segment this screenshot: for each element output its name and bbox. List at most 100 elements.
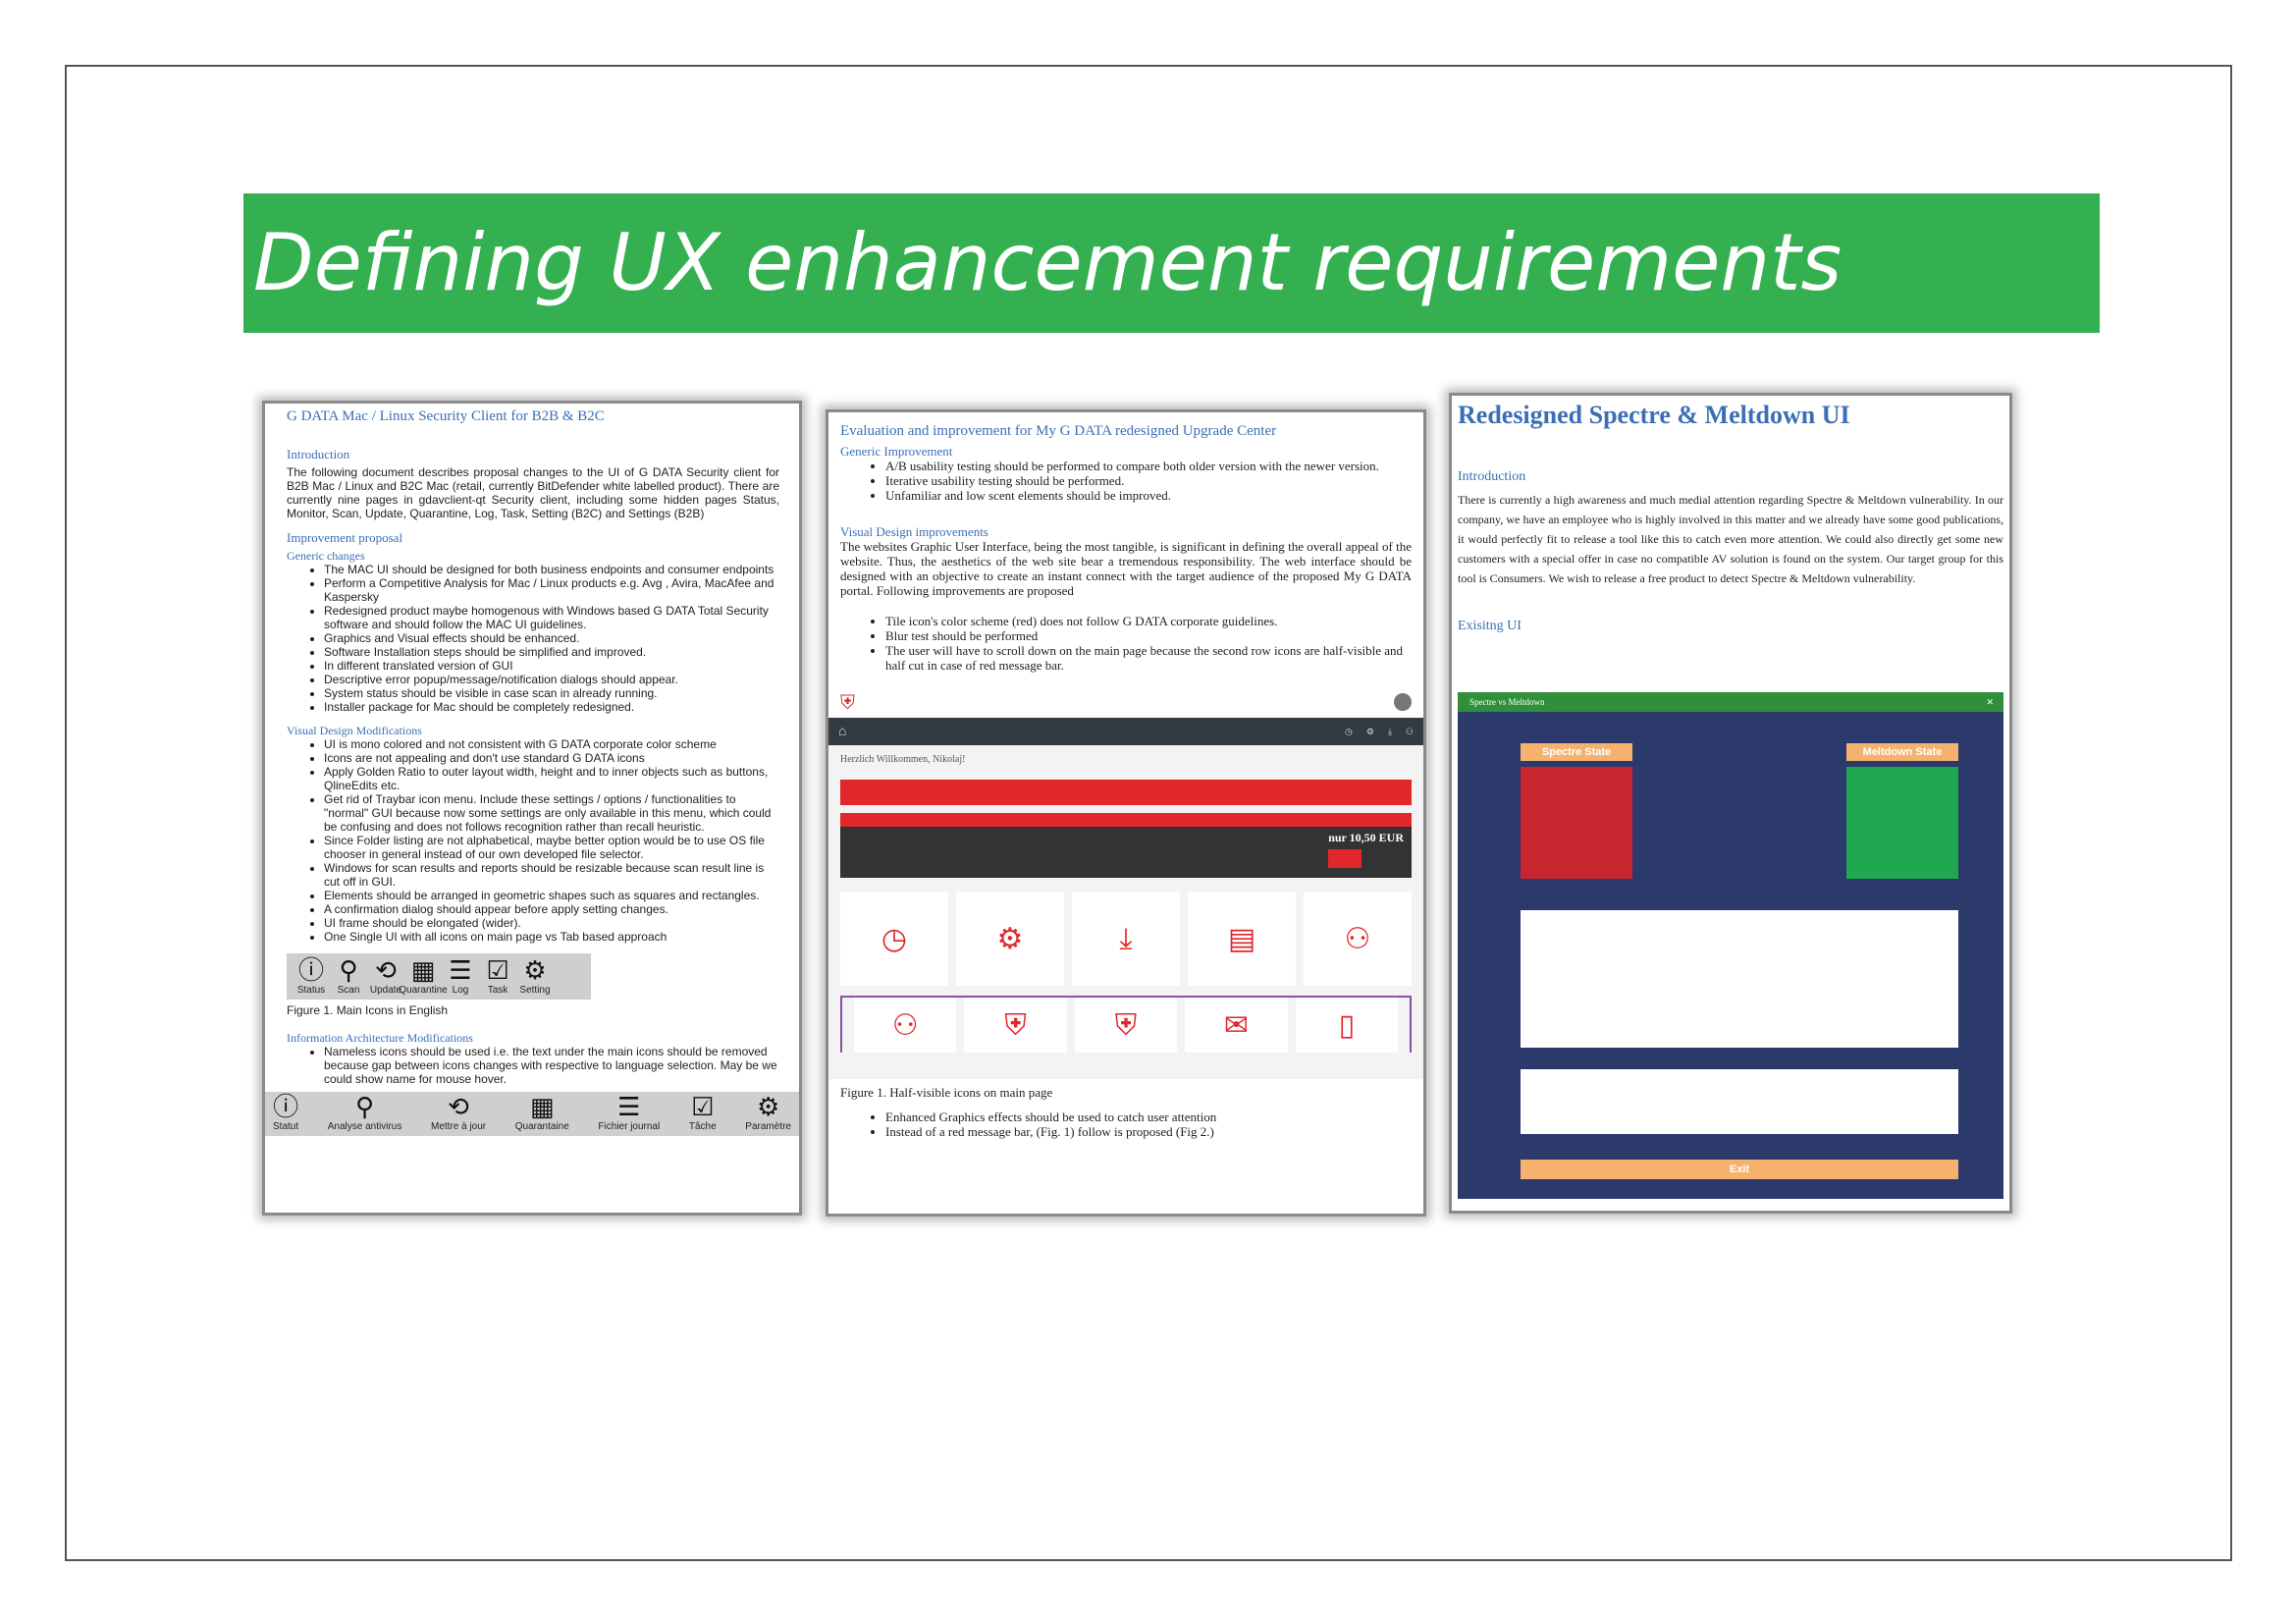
list-item: Descriptive error popup/message/notifica… — [324, 673, 779, 686]
tile-icon[interactable]: ⛨ — [964, 998, 1067, 1053]
icon-label: Mettre à jour — [430, 1121, 487, 1132]
doc2-generic-heading: Generic Improvement — [840, 444, 953, 459]
update-icon: ⟲ — [375, 956, 397, 986]
doc1-intro-heading: Introduction — [287, 447, 350, 461]
icon-button: ⟲ Mettre à jour — [431, 1094, 486, 1132]
list-item: The user will have to scroll down on the… — [885, 643, 1412, 673]
red-message-bar — [840, 780, 1412, 805]
icon-button: ⚙ Setting — [518, 957, 552, 996]
list-item: Installer package for Mac should be comp… — [324, 700, 779, 714]
icon-label: Log — [452, 985, 469, 996]
suggested-actions-output — [1521, 1069, 1958, 1134]
fichier-journal-icon: ☰ — [617, 1093, 641, 1122]
icon-label: Task — [487, 985, 508, 996]
promo-price: nur 10,50 EUR — [1328, 831, 1404, 844]
doc1-ia-list: Nameless icons should be used i.e. the t… — [324, 1045, 779, 1086]
home-icon: ⌂ — [838, 724, 847, 739]
list-item: Since Folder listing are not alphabetica… — [324, 834, 779, 861]
icon-button: ⓘ Status — [294, 957, 328, 996]
tile-icon[interactable]: ⚇ — [854, 998, 957, 1053]
icon-button: ☑ Task — [481, 957, 514, 996]
slide-title: Defining UX enhancement requirements — [243, 193, 2100, 333]
list-item: Windows for scan results and reports sho… — [324, 861, 779, 889]
icon-bar-french: ⓘ Statut ⚲ Analyse antivirus ⟲ Mettre à jour ▦… — [265, 1092, 799, 1136]
list-item: UI is mono colored and not consistent wi… — [324, 737, 779, 751]
list-item: A confirmation dialog should appear befo… — [324, 902, 779, 916]
icon-label: Statut — [273, 1121, 299, 1132]
meltdown-state-label: Meltdown State — [1846, 743, 1958, 761]
tile-icon[interactable]: ⛨ — [1074, 998, 1178, 1053]
log-icon: ☰ — [449, 956, 472, 986]
promo-banner: nur 10,50 EUR — [840, 813, 1412, 878]
spectre-state-indicator — [1521, 767, 1632, 879]
doc1-visual-list: UI is mono colored and not consistent wi… — [324, 737, 779, 944]
list-item: Tile icon's color scheme (red) does not … — [885, 614, 1412, 628]
list-item: Unfamiliar and low scent elements should… — [885, 488, 1412, 503]
icon-button: ▦ Quarantine — [399, 956, 447, 996]
window-close-icon[interactable]: ✕ — [1986, 692, 2003, 712]
icon-button: ⚲ Scan — [332, 957, 365, 996]
icon-label: Tâche — [688, 1121, 717, 1132]
icon-button: ☑ Tâche — [689, 1094, 717, 1132]
list-item: Redesigned product maybe homogenous with… — [324, 604, 779, 631]
doc2-generic-list: A/B usability testing should be performe… — [885, 459, 1412, 503]
quarantine-icon: ▦ — [410, 956, 436, 986]
window-titlebar: Spectre vs Meltdown ✕ — [1458, 692, 2003, 712]
tile-icon[interactable]: ◷ — [840, 892, 948, 986]
doc2-figure-caption: Figure 1. Half-visible icons on main pag… — [840, 1085, 1053, 1100]
doc2-visual-list: Tile icon's color scheme (red) does not … — [885, 614, 1412, 673]
icon-label: Status — [296, 985, 326, 996]
icon-label: Fichier journal — [598, 1121, 661, 1132]
doc2-title: Evaluation and improvement for My G DATA… — [840, 423, 1277, 439]
doc1-figure-caption: Figure 1. Main Icons in English — [287, 1003, 449, 1017]
nav-clock-icon: ◷ — [1345, 726, 1353, 736]
doc-spectre-meltdown: Redesigned Spectre & Meltdown UI Introdu… — [1449, 393, 2012, 1214]
icon-button: ▦ Quarantaine — [515, 1094, 569, 1132]
doc1-generic-heading: Generic changes — [287, 549, 365, 563]
list-item: System status should be visible in case … — [324, 686, 779, 700]
mock-welcome: Herzlich Willkommen, Nikolaj! — [840, 754, 966, 765]
doc1-visual-heading: Visual Design Modifications — [287, 724, 422, 737]
meltdown-state-indicator — [1846, 767, 1958, 879]
avatar — [1394, 693, 1412, 711]
tile-row-2: ⚇ ⛨ ⛨ ✉ ▯ — [840, 996, 1412, 1053]
spectre-meltdown-window: Spectre vs Meltdown ✕ Spectre State Melt… — [1458, 692, 2003, 1199]
list-item: In different translated version of GUI — [324, 659, 779, 673]
list-item: Instead of a red message bar, (Fig. 1) f… — [885, 1124, 1412, 1139]
gdata-logo-icon: ⛨ — [840, 689, 855, 714]
list-item: Software Installation steps should be si… — [324, 645, 779, 659]
list-item: A/B usability testing should be performe… — [885, 459, 1412, 473]
list-item: Iterative usability testing should be pe… — [885, 473, 1412, 488]
speculation-settings-output — [1521, 910, 1958, 1048]
doc1-intro-text: The following document describes proposa… — [287, 465, 779, 520]
tile-icon[interactable]: ⚙ — [956, 892, 1064, 986]
icon-label: Scan — [337, 985, 360, 996]
list-item: Get rid of Traybar icon menu. Include th… — [324, 792, 779, 834]
icon-button: ☰ Log — [444, 957, 477, 996]
icon-button: ⟲ Update — [369, 957, 402, 996]
tile-icon[interactable]: ⤓ — [1072, 892, 1180, 986]
list-item: The MAC UI should be designed for both b… — [324, 563, 779, 576]
tile-icon[interactable]: ▯ — [1295, 998, 1399, 1053]
exit-button[interactable]: Exit — [1521, 1160, 1958, 1179]
param-tre-icon: ⚙ — [756, 1093, 780, 1122]
promo-top-strip — [840, 813, 1412, 827]
doc3-title: Redesigned Spectre & Meltdown UI — [1458, 401, 1850, 429]
icon-button: ⚲ Analyse antivirus — [328, 1094, 402, 1132]
t-che-icon: ☑ — [691, 1093, 715, 1122]
tile-icon[interactable]: ✉ — [1185, 998, 1288, 1053]
icon-label: Analyse antivirus — [327, 1121, 402, 1132]
nav-download-icon: ⤓ — [1387, 726, 1392, 736]
doc1-generic-list: The MAC UI should be designed for both b… — [324, 563, 779, 714]
status-icon: ⓘ — [297, 956, 324, 986]
tile-icon[interactable]: ⚇ — [1304, 892, 1412, 986]
doc2-after-list: Enhanced Graphics effects should be used… — [885, 1110, 1412, 1139]
window-title: Spectre vs Meltdown — [1469, 697, 1545, 707]
tile-icon[interactable]: ▤ — [1188, 892, 1296, 986]
icon-label: Quarantaine — [514, 1121, 569, 1132]
list-item: One Single UI with all icons on main pag… — [324, 930, 779, 944]
list-item: Blur test should be performed — [885, 628, 1412, 643]
icon-button: ⚙ Paramètre — [745, 1094, 791, 1132]
doc3-intro-text: There is currently a high awareness and … — [1458, 493, 2003, 585]
tile-row-1: ◷ ⚙ ⤓ ▤ ⚇ — [828, 886, 1423, 992]
